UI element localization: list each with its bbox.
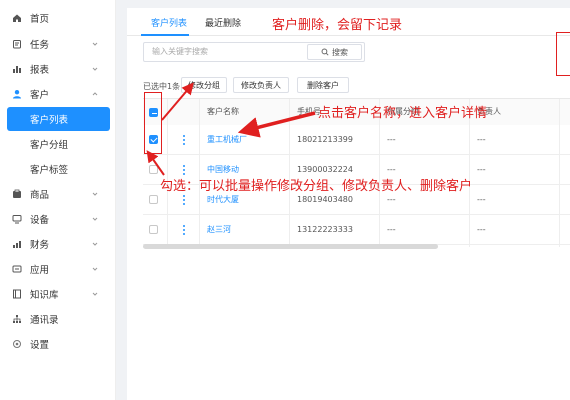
chevron-up-icon (92, 92, 98, 96)
chevron-down-icon (92, 217, 98, 221)
device-icon (12, 214, 22, 224)
customer-phone: 18021213399 (297, 135, 353, 144)
column-divider (469, 99, 470, 247)
delete-customer-button[interactable]: 删除客户 (297, 77, 349, 93)
sidebar-item-contacts[interactable]: 通讯录 (0, 307, 116, 331)
sidebar-item-devices[interactable]: 设备 (0, 207, 116, 231)
sidebar-item-tasks[interactable]: 任务 (0, 32, 116, 56)
settings-icon (12, 339, 22, 349)
column-divider (167, 99, 168, 247)
table-row[interactable]: 赵三河 13122223333 --- --- (143, 215, 570, 245)
sidebar-item-label: 首页 (30, 14, 50, 25)
column-divider (559, 99, 560, 247)
sidebar-item-customer-groups[interactable]: 客户分组 (0, 132, 116, 156)
selected-count: 已选中1条 (143, 82, 181, 91)
sidebar-item-label: 任务 (30, 40, 50, 51)
finance-icon (12, 239, 22, 249)
tab-active-underline (141, 34, 189, 36)
sidebar-item-label: 客户 (30, 90, 50, 101)
sidebar-item-label: 报表 (30, 65, 50, 76)
annotation-check-note: 勾选：可以批量操作修改分组、修改负责人、删除客户 (160, 179, 473, 194)
sidebar-item-label: 设置 (30, 340, 50, 351)
sidebar-item-customers[interactable]: 客户 (0, 82, 116, 106)
chevron-down-icon (92, 67, 98, 71)
sidebar-item-label: 客户列表 (30, 115, 69, 126)
annotation-click-note: 点击客户名称，进入客户详情 (318, 106, 488, 121)
sidebar-item-label: 应用 (30, 265, 50, 276)
sidebar-item-label: 知识库 (30, 290, 59, 301)
row-checkbox[interactable] (149, 165, 158, 174)
partial-highlight-box (556, 32, 570, 76)
column-divider (379, 99, 380, 247)
chevron-down-icon (92, 242, 98, 246)
chevron-down-icon (92, 292, 98, 296)
column-divider (289, 99, 290, 247)
customer-group: --- (387, 225, 396, 234)
more-actions-icon[interactable] (183, 135, 186, 145)
customer-owner: --- (477, 165, 486, 174)
customer-owner: --- (477, 195, 486, 204)
app-icon (12, 264, 22, 274)
more-actions-icon[interactable] (183, 225, 186, 235)
change-group-button[interactable]: 修改分组 (181, 77, 227, 93)
customer-name-link[interactable]: 重工机械厂 (207, 125, 247, 155)
annotation-delete-note: 客户删除，会留下记录 (272, 18, 403, 33)
column-divider (199, 99, 200, 247)
sidebar-item-label: 客户标签 (30, 165, 69, 176)
sidebar-item-goods[interactable]: 商品 (0, 182, 116, 206)
contacts-icon (12, 314, 22, 324)
change-owner-button[interactable]: 修改负责人 (233, 77, 289, 93)
row-checkbox[interactable] (149, 195, 158, 204)
home-icon (12, 13, 22, 23)
checkbox-highlight-box (144, 92, 162, 154)
sidebar: 首页 任务 报表 客户 客户列表 客户分组 客户标签 商品 设备 财务 应用 知… (0, 0, 116, 400)
tab-recently-deleted[interactable]: 最近删除 (205, 16, 241, 29)
sidebar-item-label: 财务 (30, 240, 50, 251)
customer-phone: 13122223333 (297, 225, 353, 234)
more-actions-icon[interactable] (183, 165, 186, 175)
search-icon (321, 48, 329, 56)
customer-name-link[interactable]: 赵三河 (207, 215, 231, 245)
sidebar-item-label: 商品 (30, 190, 50, 201)
table-row[interactable]: 重工机械厂 18021213399 --- --- (143, 125, 570, 155)
chevron-down-icon (92, 42, 98, 46)
user-icon (12, 89, 22, 99)
row-checkbox[interactable] (149, 225, 158, 234)
page: 首页 任务 报表 客户 客户列表 客户分组 客户标签 商品 设备 财务 应用 知… (0, 0, 570, 400)
sidebar-item-label: 设备 (30, 215, 50, 226)
sidebar-item-settings[interactable]: 设置 (0, 332, 116, 356)
sidebar-item-apps[interactable]: 应用 (0, 257, 116, 281)
knowledge-icon (12, 289, 22, 299)
sidebar-item-home[interactable]: 首页 (0, 6, 116, 30)
sidebar-item-reports[interactable]: 报表 (0, 57, 116, 81)
more-actions-icon[interactable] (183, 195, 186, 205)
horizontal-scrollbar[interactable] (143, 244, 438, 249)
main-panel: 客户列表 最近删除 输入关键字搜索 搜索 已选中1条 修改分组 修改负责人 删除… (127, 8, 570, 400)
sidebar-item-finance[interactable]: 财务 (0, 232, 116, 256)
sidebar-item-label: 客户分组 (30, 140, 69, 151)
tab-customer-list[interactable]: 客户列表 (151, 16, 187, 29)
report-icon (12, 64, 22, 74)
customer-owner: --- (477, 225, 486, 234)
chevron-down-icon (92, 192, 98, 196)
customer-owner: --- (477, 135, 486, 144)
goods-icon (12, 189, 22, 199)
column-header-name: 客户名称 (207, 99, 239, 125)
task-icon (12, 39, 22, 49)
sidebar-item-knowledge[interactable]: 知识库 (0, 282, 116, 306)
sidebar-item-customer-list[interactable]: 客户列表 (7, 107, 110, 131)
search-button-label: 搜索 (332, 47, 348, 57)
sidebar-item-label: 通讯录 (30, 315, 59, 326)
sidebar-item-customer-tags[interactable]: 客户标签 (0, 157, 116, 181)
search-button[interactable]: 搜索 (307, 44, 362, 60)
chevron-down-icon (92, 267, 98, 271)
customer-group: --- (387, 135, 396, 144)
